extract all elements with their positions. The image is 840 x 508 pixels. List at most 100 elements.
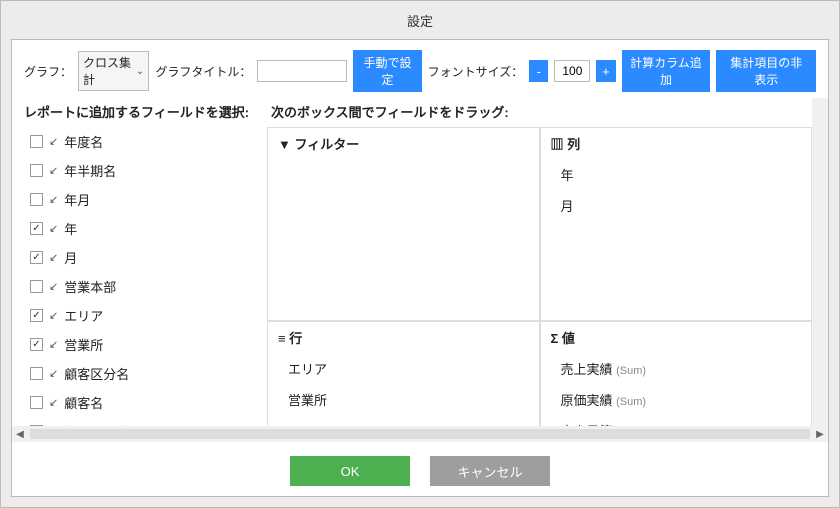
scroll-left-icon[interactable]: ◀ — [12, 426, 28, 442]
field-label: 顧客名 — [64, 393, 103, 412]
expand-icon: ↙ — [49, 280, 58, 293]
expand-icon: ↙ — [49, 251, 58, 264]
hide-agg-button[interactable]: 集計項目の非表示 — [716, 50, 816, 92]
drag-title: 次のボックス間でフィールドをドラッグ: — [267, 98, 812, 127]
field-item[interactable]: ↙年 — [30, 214, 267, 243]
drop-item[interactable]: エリア — [278, 353, 529, 384]
drop-item[interactable]: 売上実績 (Sum) — [551, 353, 802, 384]
values-icon: Σ — [551, 331, 562, 346]
field-item[interactable]: ↙月 — [30, 243, 267, 272]
rows-icon: ≡ — [278, 331, 289, 346]
field-label: 年半期名 — [64, 161, 116, 180]
cancel-button[interactable]: キャンセル — [430, 456, 550, 486]
filter-items — [278, 159, 529, 314]
expand-icon: ↙ — [49, 222, 58, 235]
field-label: 年 — [64, 219, 77, 238]
values-header: 値 — [562, 331, 575, 346]
field-checkbox[interactable] — [30, 367, 43, 380]
drop-item[interactable]: 月 — [551, 190, 802, 221]
field-item[interactable]: ↙ 年半期名 — [30, 156, 267, 185]
expand-icon: ↙ — [49, 396, 58, 409]
field-checkbox[interactable] — [30, 222, 43, 235]
field-label: 月 — [64, 248, 77, 267]
filter-icon: ▼ — [278, 137, 294, 152]
value-label: 原価実績 — [561, 393, 617, 408]
field-checkbox[interactable] — [30, 396, 43, 409]
field-item[interactable]: ↙ 営業所 — [30, 330, 267, 359]
filter-cell[interactable]: ▼ フィルター — [267, 127, 540, 321]
settings-window: 設定 グラフ： クロス集計 ⌄ グラフタイトル： 手動で設定 フォントサイズ： … — [0, 0, 840, 508]
manual-setting-button[interactable]: 手動で設定 — [353, 50, 421, 92]
field-checkbox[interactable] — [30, 280, 43, 293]
expand-icon: ↙ — [49, 164, 58, 177]
field-label: 年度名 — [64, 132, 103, 151]
field-item[interactable]: ↙ 顧客区分名 — [30, 359, 267, 388]
add-calc-column-button[interactable]: 計算カラム追加 — [622, 50, 711, 92]
field-item[interactable]: ↙商品区分名 — [30, 417, 267, 426]
graph-type-select[interactable]: クロス集計 ⌄ — [78, 51, 149, 91]
field-checkbox[interactable] — [30, 135, 43, 148]
expand-icon: ↙ — [49, 338, 58, 351]
expand-icon: ↙ — [49, 309, 58, 322]
horizontal-scrollbar[interactable]: ◀ ▶ — [12, 426, 828, 442]
expand-icon: ↙ — [49, 135, 58, 148]
columns-cell[interactable]: ▥ 列 年月 — [540, 127, 813, 321]
field-list[interactable]: ↙年度名↙年半期名↙年月↙年↙月↙営業本部↙エリア↙営業所↙顧客区分名↙顧客名↙… — [12, 127, 267, 426]
field-item[interactable]: ↙ 年月 — [30, 185, 267, 214]
columns-items: 年月 — [551, 159, 802, 314]
field-checkbox[interactable] — [30, 309, 43, 322]
rows-items: エリア営業所 — [278, 353, 529, 426]
rows-header: 行 — [289, 331, 302, 346]
drop-item[interactable]: 営業所 — [278, 384, 529, 415]
values-cell[interactable]: Σ 値 売上実績 (Sum)原価実績 (Sum)売上予算 (Sum)予算差 (S… — [540, 321, 813, 426]
value-agg: (Sum) — [616, 365, 646, 377]
vertical-scrollbar[interactable] — [812, 98, 828, 426]
filter-header: フィルター — [294, 137, 359, 152]
client-area: グラフ： クロス集計 ⌄ グラフタイトル： 手動で設定 フォントサイズ： - +… — [11, 39, 829, 497]
chevron-down-icon: ⌄ — [136, 66, 144, 77]
field-checkbox[interactable] — [30, 193, 43, 206]
field-label: 顧客区分名 — [64, 364, 129, 383]
columns-icon: ▥ — [551, 137, 568, 152]
rows-cell[interactable]: ≡ 行 エリア営業所 — [267, 321, 540, 426]
ok-button[interactable]: OK — [290, 456, 410, 486]
scroll-track[interactable] — [30, 429, 810, 439]
graph-label: グラフ： — [24, 63, 72, 80]
drop-grid: ▼ フィルター ▥ 列 年月 ≡ 行 エリア営業所 Σ 値 売上実績 (Sum)… — [267, 127, 812, 426]
field-label: 年月 — [64, 190, 90, 209]
field-checkbox[interactable] — [30, 251, 43, 264]
field-item[interactable]: ↙ 営業本部 — [30, 272, 267, 301]
fontsize-input[interactable] — [554, 60, 590, 82]
field-item[interactable]: ↙ 年度名 — [30, 127, 267, 156]
drop-item[interactable]: 原価実績 (Sum) — [551, 384, 802, 415]
sidebar-title: レポートに追加するフィールドを選択: — [12, 98, 267, 127]
drop-item[interactable]: 年 — [551, 159, 802, 190]
field-item[interactable]: ↙ 顧客名 — [30, 388, 267, 417]
field-label: 営業本部 — [64, 277, 116, 296]
scroll-right-icon[interactable]: ▶ — [812, 426, 828, 442]
field-item[interactable]: ↙ エリア — [30, 301, 267, 330]
values-items: 売上実績 (Sum)原価実績 (Sum)売上予算 (Sum)予算差 (Sum)粗… — [551, 353, 802, 426]
graph-type-value: クロス集計 — [83, 54, 134, 88]
graph-title-input[interactable] — [257, 60, 347, 82]
graph-title-label: グラフタイトル： — [155, 63, 251, 80]
body: レポートに追加するフィールドを選択: ↙年度名↙年半期名↙年月↙年↙月↙営業本部… — [12, 98, 828, 426]
field-sidebar: レポートに追加するフィールドを選択: ↙年度名↙年半期名↙年月↙年↙月↙営業本部… — [12, 98, 267, 426]
drag-area: 次のボックス間でフィールドをドラッグ: ▼ フィルター ▥ 列 年月 ≡ 行 エ… — [267, 98, 812, 426]
expand-icon: ↙ — [49, 367, 58, 380]
fontsize-label: フォントサイズ： — [428, 63, 524, 80]
fontsize-minus-button[interactable]: - — [529, 60, 548, 82]
columns-header: 列 — [567, 137, 580, 152]
field-checkbox[interactable] — [30, 164, 43, 177]
window-title: 設定 — [1, 1, 839, 39]
drop-item[interactable]: 売上予算 (Sum) — [551, 415, 802, 426]
value-label: 売上実績 — [561, 362, 617, 377]
field-label: 営業所 — [64, 335, 103, 354]
footer: OK キャンセル — [12, 442, 828, 496]
expand-icon: ↙ — [49, 193, 58, 206]
toolbar: グラフ： クロス集計 ⌄ グラフタイトル： 手動で設定 フォントサイズ： - +… — [12, 40, 828, 98]
value-agg: (Sum) — [616, 396, 646, 408]
field-checkbox[interactable] — [30, 338, 43, 351]
field-label: エリア — [64, 306, 103, 325]
fontsize-plus-button[interactable]: + — [596, 60, 615, 82]
